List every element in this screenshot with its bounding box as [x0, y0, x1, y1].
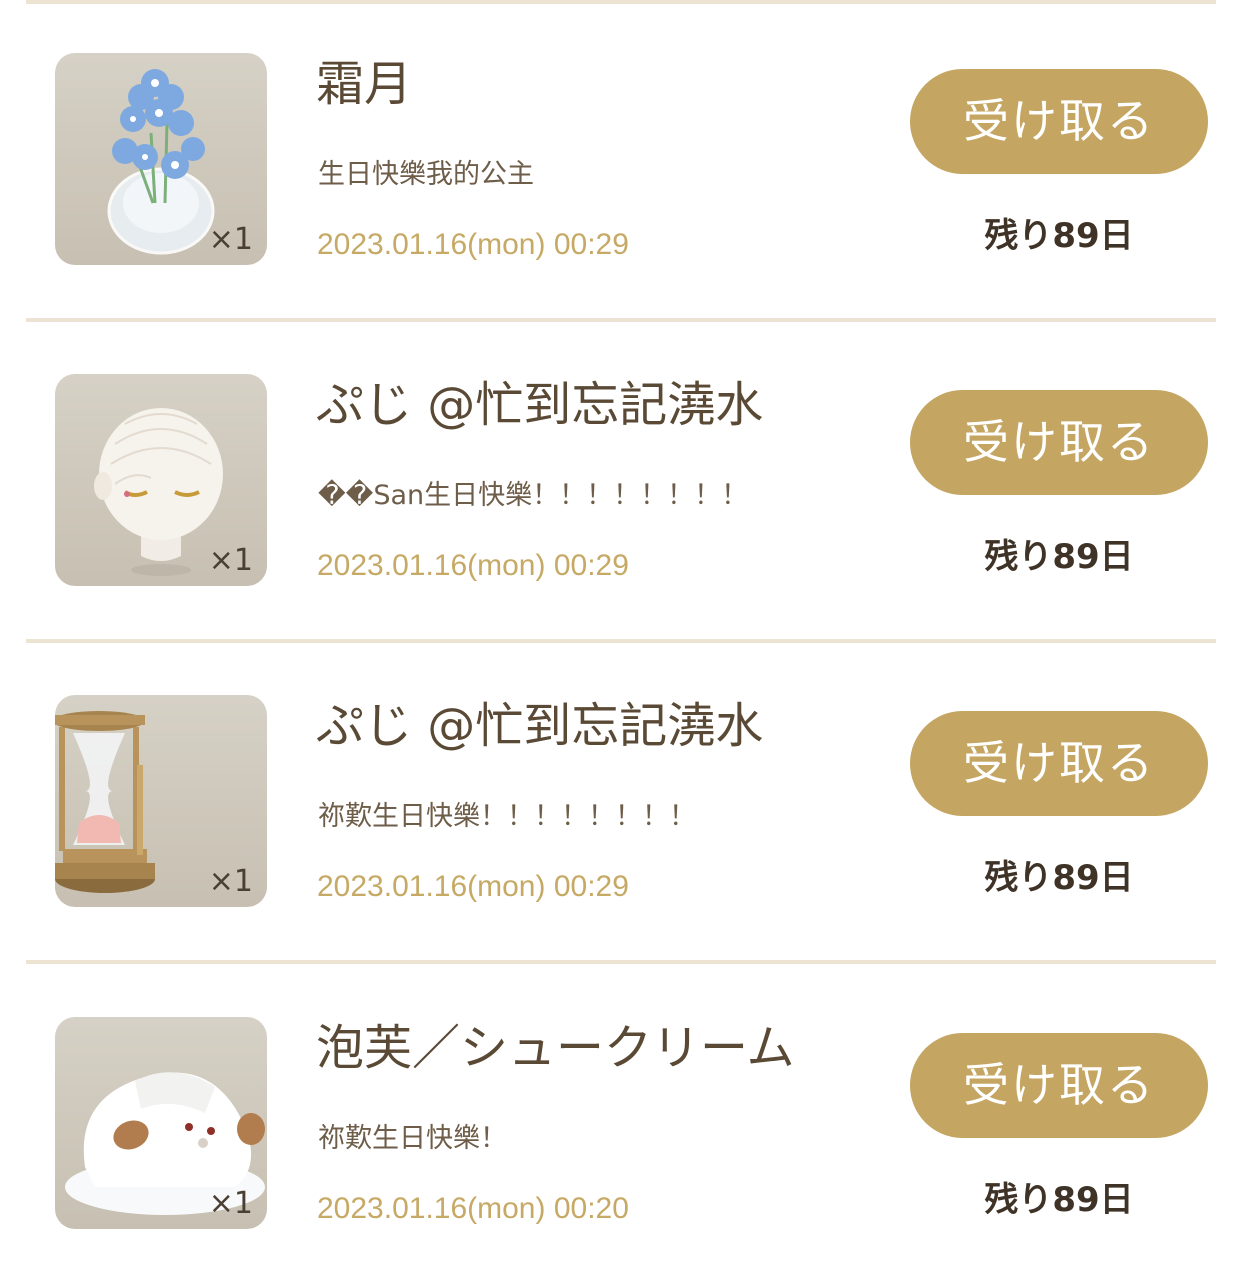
gift-date: 2023.01.16(mon) 00:29 [317, 549, 629, 582]
days-remaining: 残り89日 [984, 858, 1134, 898]
days-remaining: 残り89日 [984, 537, 1134, 577]
quantity-label: ×1 [208, 1186, 253, 1221]
receive-button[interactable]: 受け取る [910, 1033, 1208, 1138]
sender-name: ぷじ @忙到忘記澆水 [316, 698, 764, 754]
gift-item-thumbnail[interactable]: ×1 [55, 1017, 267, 1229]
gift-message: 生日快樂我的公主 [318, 159, 534, 190]
sender-name: ぷじ @忙到忘記澆水 [316, 377, 764, 433]
gift-list: ×1 霜月 生日快樂我的公主 2023.01.16(mon) 00:29 受け取… [0, 0, 1242, 1277]
quantity-label: ×1 [208, 543, 253, 578]
sender-name: 泡芙／シュークリーム [316, 1020, 795, 1076]
receive-button[interactable]: 受け取る [910, 711, 1208, 816]
gift-message: 祢歎生日快樂！ [318, 1123, 507, 1154]
gift-date: 2023.01.16(mon) 00:29 [317, 228, 629, 261]
gift-date: 2023.01.16(mon) 00:29 [317, 870, 629, 903]
gift-item-thumbnail[interactable]: ×1 [55, 695, 267, 907]
days-remaining: 残り89日 [984, 1180, 1134, 1220]
quantity-label: ×1 [208, 222, 253, 257]
days-remaining: 残り89日 [984, 216, 1134, 256]
gift-row: ×1 ぷじ @忙到忘記澆水 祢歎生日快樂！！！！！！！！ 2023.01.16(… [0, 642, 1242, 962]
gift-row: ×1 ぷじ @忙到忘記澆水 ��San生日快樂！！！！！！！！ 2023.01.… [0, 321, 1242, 641]
gift-date: 2023.01.16(mon) 00:20 [317, 1192, 629, 1225]
gift-row: ×1 霜月 生日快樂我的公主 2023.01.16(mon) 00:29 受け取… [0, 0, 1242, 320]
gift-message: ��San生日快樂！！！！！！！！ [318, 480, 749, 511]
sender-name: 霜月 [316, 56, 413, 112]
gift-item-thumbnail[interactable]: ×1 [55, 53, 267, 265]
receive-button[interactable]: 受け取る [910, 69, 1208, 174]
receive-button[interactable]: 受け取る [910, 390, 1208, 495]
gift-row: ×1 泡芙／シュークリーム 祢歎生日快樂！ 2023.01.16(mon) 00… [0, 964, 1242, 1277]
gift-message: 祢歎生日快樂！！！！！！！！ [318, 801, 696, 832]
gift-item-thumbnail[interactable]: ×1 [55, 374, 267, 586]
quantity-label: ×1 [208, 864, 253, 899]
